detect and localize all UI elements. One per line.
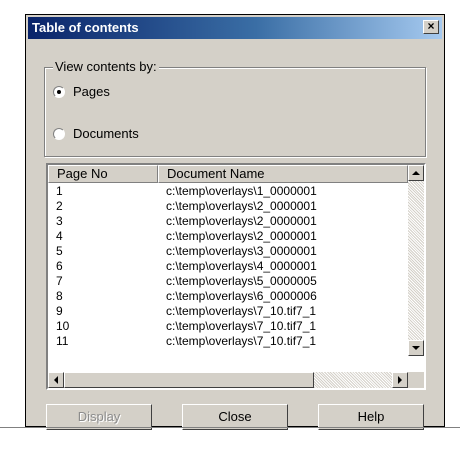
table-row[interactable]: 9 c:\temp\overlays\7_10.tif7_1 <box>48 305 408 317</box>
document-name-cell: c:\temp\overlays\5_0000005 <box>166 274 317 288</box>
contents-list[interactable]: Page No Document Name 1 c:\temp\overlays\… <box>46 163 426 390</box>
arrow-down-icon <box>412 346 420 350</box>
vertical-scrollbar[interactable] <box>408 165 424 356</box>
arrow-left-icon <box>54 376 58 384</box>
document-name-cell: c:\temp\overlays\7_10.tif7_1 <box>166 319 317 333</box>
document-name-cell: c:\temp\overlays\6_0000006 <box>166 289 317 303</box>
table-row[interactable]: 7 c:\temp\overlays\5_0000005 <box>48 275 408 287</box>
group-label: View contents by: <box>53 59 159 74</box>
arrow-right-icon <box>398 376 402 384</box>
radio-pages-indicator[interactable] <box>53 85 65 98</box>
page-number-cell: 2 <box>56 199 63 213</box>
document-name-cell: c:\temp\overlays\7_10.tif7_1 <box>166 334 317 348</box>
bottom-border <box>0 427 460 428</box>
table-row[interactable]: 1 c:\temp\overlays\1_0000001 <box>48 185 408 197</box>
table-row[interactable]: 3 c:\temp\overlays\2_0000001 <box>48 215 408 227</box>
scroll-corner <box>408 372 424 388</box>
horizontal-scroll-thumb[interactable] <box>64 372 314 388</box>
scroll-down-button[interactable] <box>408 340 424 356</box>
table-of-contents-dialog: Table of contents × View contents by: Pa… <box>25 14 445 430</box>
page-number-cell: 8 <box>56 289 63 303</box>
vertical-scroll-track[interactable] <box>408 181 424 340</box>
table-row[interactable]: 2 c:\temp\overlays\2_0000001 <box>48 200 408 212</box>
page-number-cell: 4 <box>56 229 63 243</box>
title-bar: Table of contents × <box>28 17 442 39</box>
table-row[interactable]: 11 c:\temp\overlays\7_10.tif7_1 <box>48 335 408 347</box>
page-number-cell: 10 <box>56 319 70 333</box>
radio-documents[interactable]: Documents <box>53 126 139 141</box>
document-name-cell: c:\temp\overlays\2_0000001 <box>166 199 317 213</box>
dialog-title: Table of contents <box>32 20 139 35</box>
arrow-up-icon <box>412 171 420 175</box>
horizontal-scrollbar[interactable] <box>48 372 408 388</box>
page-number-cell: 6 <box>56 259 63 273</box>
scroll-up-button[interactable] <box>408 165 424 181</box>
close-icon[interactable]: × <box>423 20 439 34</box>
page-number-cell: 9 <box>56 304 63 318</box>
document-name-cell: c:\temp\overlays\3_0000001 <box>166 244 317 258</box>
scroll-right-button[interactable] <box>392 372 408 388</box>
page-number-cell: 5 <box>56 244 63 258</box>
table-row[interactable]: 8 c:\temp\overlays\6_0000006 <box>48 290 408 302</box>
scroll-left-button[interactable] <box>48 372 64 388</box>
document-name-cell: c:\temp\overlays\2_0000001 <box>166 229 317 243</box>
table-row[interactable]: 6 c:\temp\overlays\4_0000001 <box>48 260 408 272</box>
table-row[interactable]: 4 c:\temp\overlays\2_0000001 <box>48 230 408 242</box>
document-name-cell: c:\temp\overlays\7_10.tif7_1 <box>166 304 317 318</box>
table-row[interactable]: 10 c:\temp\overlays\7_10.tif7_1 <box>48 320 408 332</box>
radio-documents-indicator[interactable] <box>53 127 65 140</box>
document-name-cell: c:\temp\overlays\1_0000001 <box>166 184 317 198</box>
document-name-cell: c:\temp\overlays\4_0000001 <box>166 259 317 273</box>
column-header-document-name[interactable]: Document Name <box>158 165 408 183</box>
page-number-cell: 3 <box>56 214 63 228</box>
document-name-cell: c:\temp\overlays\2_0000001 <box>166 214 317 228</box>
column-header-page-no[interactable]: Page No <box>48 165 158 183</box>
view-contents-group: View contents by: Pages Documents <box>44 59 426 157</box>
radio-pages-label: Pages <box>73 84 110 99</box>
radio-pages[interactable]: Pages <box>53 84 110 99</box>
page-number-cell: 1 <box>56 184 63 198</box>
radio-documents-label: Documents <box>73 126 139 141</box>
page-number-cell: 11 <box>56 334 69 348</box>
table-row[interactable]: 5 c:\temp\overlays\3_0000001 <box>48 245 408 257</box>
page-number-cell: 7 <box>56 274 63 288</box>
